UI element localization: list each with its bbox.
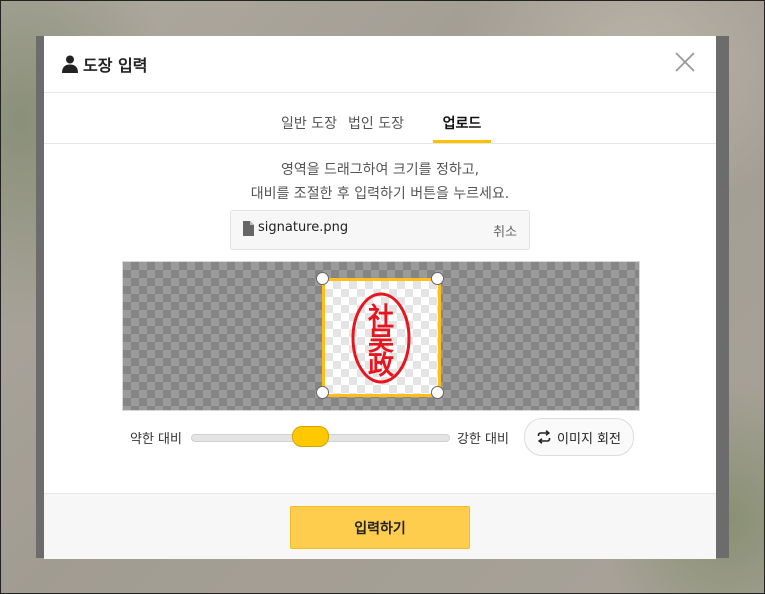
tab-upload[interactable]: 업로드 — [433, 113, 491, 143]
rotate-image-button[interactable]: 이미지 회전 — [524, 418, 634, 456]
tab-general-stamp[interactable]: 일반 도장 — [280, 113, 338, 141]
rotate-icon — [537, 430, 551, 444]
tab-corporate-stamp[interactable]: 법인 도장 — [347, 113, 405, 141]
stamp-image: 社 吴 政 — [351, 292, 411, 384]
crop-area[interactable]: 社 吴 政 — [322, 278, 441, 397]
weak-contrast-label: 약한 대비 — [130, 432, 182, 447]
stamp-char-3: 政 — [368, 350, 394, 381]
stamp-type-tabs: 일반 도장 법인 도장 업로드 — [44, 93, 716, 144]
crop-handle-bottom-right[interactable] — [431, 386, 444, 399]
stamp-input-modal: 도장 입력 일반 도장 법인 도장 업로드 영역을 드래그하여 크기를 정하고,… — [44, 36, 716, 559]
person-icon — [62, 55, 78, 73]
instruction-line-1: 영역을 드래그하여 크기를 정하고, — [280, 162, 480, 178]
close-icon[interactable] — [672, 49, 698, 75]
uploaded-file-box: signature.png 취소 — [230, 210, 530, 250]
modal-footer: 입력하기 — [44, 493, 716, 559]
submit-button[interactable]: 입력하기 — [290, 506, 470, 549]
modal-title: 도장 입력 — [62, 52, 147, 76]
rotate-image-label: 이미지 회전 — [557, 431, 621, 447]
instruction-line-2: 대비를 조절한 후 입력하기 버튼을 누르세요. — [250, 186, 510, 202]
crop-handle-top-left[interactable] — [316, 272, 329, 285]
crop-handle-bottom-left[interactable] — [316, 386, 329, 399]
crop-canvas[interactable]: 社 吴 政 — [122, 261, 640, 411]
instructions: 영역을 드래그하여 크기를 정하고, 대비를 조절한 후 입력하기 버튼을 누르… — [44, 158, 716, 206]
file-icon — [243, 221, 254, 236]
contrast-slider-thumb[interactable] — [292, 426, 329, 447]
modal-header: 도장 입력 — [44, 36, 716, 93]
crop-handle-top-right[interactable] — [431, 272, 444, 285]
strong-contrast-label: 강한 대비 — [457, 432, 509, 447]
modal-title-text: 도장 입력 — [83, 56, 148, 75]
contrast-controls: 약한 대비 강한 대비 이미지 회전 — [44, 416, 716, 456]
file-name: signature.png — [258, 220, 349, 235]
file-cancel-button[interactable]: 취소 — [493, 221, 517, 240]
